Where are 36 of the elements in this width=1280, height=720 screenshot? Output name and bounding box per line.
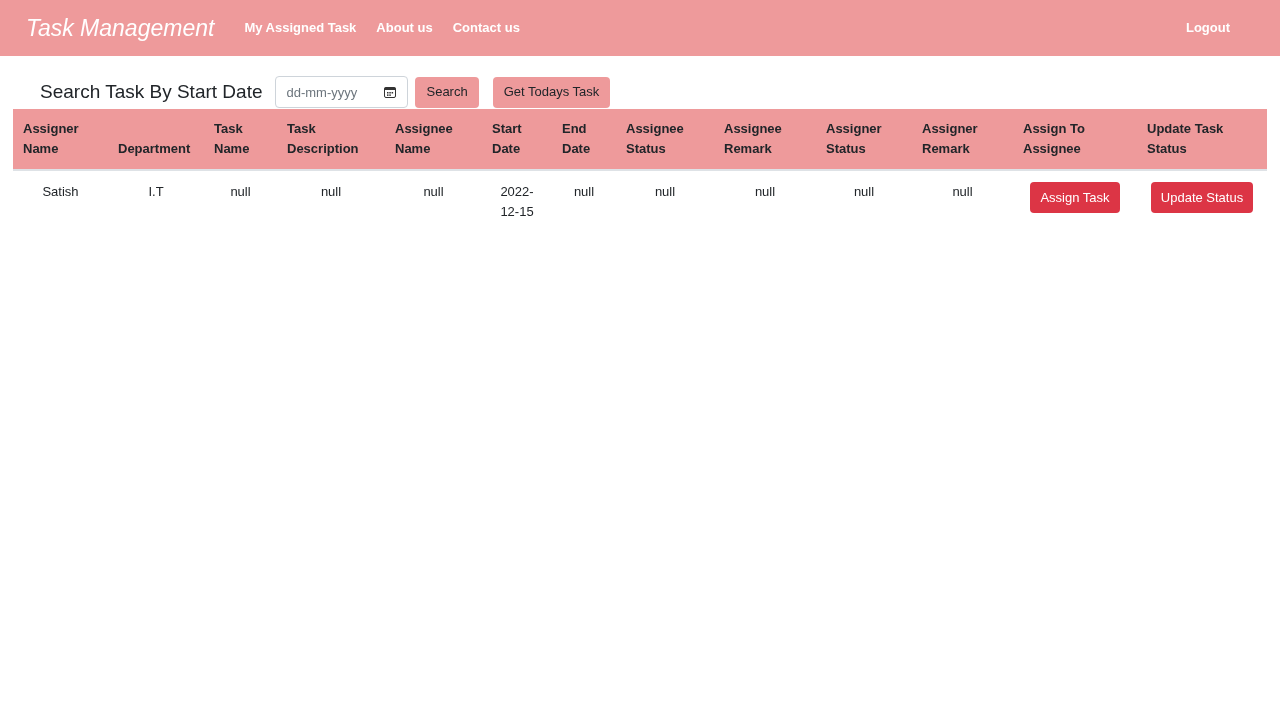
column-header: Assignee Status <box>616 109 714 170</box>
column-header: Task Name <box>204 109 277 170</box>
table-cell: null <box>204 170 277 228</box>
column-header: Assigner Status <box>816 109 912 170</box>
nav-link[interactable]: My Assigned Task <box>234 18 367 38</box>
search-button[interactable]: Get Todays Task <box>492 76 611 108</box>
column-header: Assign To Assignee <box>1013 109 1137 170</box>
table-cell: null <box>816 170 912 228</box>
action-button[interactable]: Assign Task <box>1030 182 1120 213</box>
date-input-field[interactable]: dd-mm-yyyy <box>275 76 409 108</box>
table-cell: null <box>912 170 1013 228</box>
column-header: Assigner Remark <box>912 109 1013 170</box>
table-cell: null <box>552 170 616 228</box>
table-cell: null <box>277 170 385 228</box>
table-cell: null <box>385 170 482 228</box>
nav-link[interactable]: Contact us <box>442 18 530 38</box>
logout-link[interactable]: Logout <box>1185 18 1230 38</box>
table-cell: I.T <box>108 170 204 228</box>
search-button[interactable]: Search <box>415 76 479 108</box>
brand-title[interactable]: Task Management <box>26 10 215 46</box>
search-heading: Search Task By Start Date <box>40 79 263 104</box>
table-cell: 2022-12-15 <box>482 170 552 228</box>
table-cell: null <box>714 170 816 228</box>
table-cell: Satish <box>13 170 108 228</box>
action-button[interactable]: Update Status <box>1150 182 1254 213</box>
table-cell: null <box>616 170 714 228</box>
column-header: Assigner Name <box>13 109 108 170</box>
column-header: Assignee Name <box>385 109 482 170</box>
column-header: Assignee Remark <box>714 109 816 170</box>
calendar-icon <box>384 86 397 98</box>
column-header: Task Description <box>277 109 385 170</box>
column-header: Update Task Status <box>1137 109 1267 170</box>
column-header: End Date <box>552 109 616 170</box>
column-header: Start Date <box>482 109 552 170</box>
nav-link[interactable]: About us <box>366 18 443 38</box>
column-header: Department <box>108 109 204 170</box>
